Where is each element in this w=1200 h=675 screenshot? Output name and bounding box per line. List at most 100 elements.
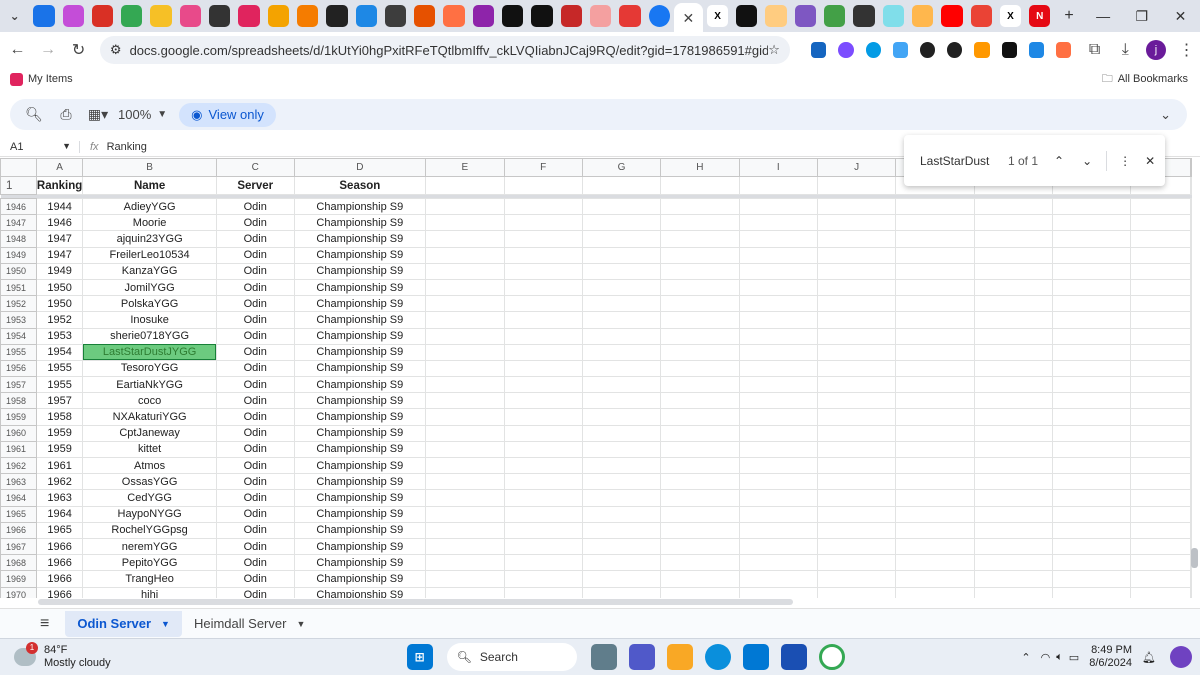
column-header[interactable]: F xyxy=(503,158,583,177)
server-cell[interactable]: Odin xyxy=(215,359,295,378)
empty-cell[interactable] xyxy=(503,176,583,195)
empty-cell[interactable] xyxy=(1130,327,1191,345)
empty-cell[interactable] xyxy=(973,359,1053,378)
ranking-cell[interactable]: 1963 xyxy=(35,489,84,507)
ranking-cell[interactable]: 1953 xyxy=(35,327,84,345)
tab-favicon[interactable] xyxy=(121,5,143,27)
empty-cell[interactable] xyxy=(425,440,505,459)
name-cell[interactable]: PolskaYGG xyxy=(82,295,217,313)
empty-cell[interactable] xyxy=(660,176,740,195)
empty-cell[interactable] xyxy=(660,570,740,588)
name-cell[interactable]: TesoroYGG xyxy=(82,359,217,378)
empty-cell[interactable] xyxy=(738,570,818,588)
view-only-button[interactable]: ◉ View only xyxy=(179,102,276,127)
find-input[interactable]: LastStarDust xyxy=(920,154,1002,168)
empty-cell[interactable] xyxy=(1190,327,1192,345)
chrome-menu-icon[interactable]: ⋮ xyxy=(1173,36,1200,64)
empty-cell[interactable] xyxy=(1130,554,1191,572)
name-cell[interactable]: sherie0718YGG xyxy=(82,327,217,345)
row-number[interactable]: 1 xyxy=(0,176,37,195)
empty-cell[interactable] xyxy=(973,505,1053,523)
empty-cell[interactable] xyxy=(1051,295,1132,313)
empty-cell[interactable] xyxy=(1130,505,1191,523)
empty-cell[interactable] xyxy=(973,246,1053,264)
empty-cell[interactable] xyxy=(1051,230,1132,248)
empty-cell[interactable] xyxy=(503,537,583,556)
empty-cell[interactable] xyxy=(816,440,897,459)
row-number[interactable]: 1948 xyxy=(0,230,37,248)
tab-favicon[interactable] xyxy=(882,5,904,27)
column-header[interactable]: H xyxy=(660,158,740,177)
empty-cell[interactable] xyxy=(1190,214,1192,232)
empty-cell[interactable] xyxy=(973,376,1053,394)
empty-cell[interactable] xyxy=(738,521,818,539)
empty-cell[interactable] xyxy=(738,327,818,345)
season-cell[interactable]: Championship S9 xyxy=(293,408,427,426)
server-cell[interactable]: Odin xyxy=(215,376,295,394)
season-cell[interactable]: Championship S9 xyxy=(293,456,427,475)
empty-cell[interactable] xyxy=(738,505,818,523)
empty-cell[interactable] xyxy=(1051,327,1132,345)
empty-cell[interactable] xyxy=(581,376,662,394)
tab-favicon[interactable] xyxy=(62,5,84,27)
season-cell[interactable]: Championship S9 xyxy=(293,214,427,232)
empty-cell[interactable] xyxy=(895,343,975,361)
empty-cell[interactable] xyxy=(1130,262,1191,280)
empty-cell[interactable] xyxy=(816,537,897,556)
ranking-cell[interactable]: 1959 xyxy=(35,440,84,459)
name-cell[interactable]: JomilYGG xyxy=(82,278,217,297)
empty-cell[interactable] xyxy=(973,521,1053,539)
find-more-options-icon[interactable]: ⋮ xyxy=(1119,154,1131,168)
row-number[interactable]: 1959 xyxy=(0,408,37,426)
column-header[interactable]: A xyxy=(35,158,84,177)
empty-cell[interactable] xyxy=(1051,214,1132,232)
row-number[interactable]: 1947 xyxy=(0,214,37,232)
ranking-cell[interactable]: 1966 xyxy=(35,586,84,598)
server-cell[interactable]: Odin xyxy=(215,311,295,329)
formula-content[interactable]: Ranking xyxy=(107,141,147,153)
empty-cell[interactable] xyxy=(895,440,975,459)
empty-cell[interactable] xyxy=(816,246,897,264)
tab-favicon[interactable] xyxy=(179,5,202,27)
name-cell-search-match[interactable]: LastStarDustJYGG xyxy=(82,343,217,361)
back-icon[interactable]: ← xyxy=(4,36,31,64)
empty-cell[interactable] xyxy=(503,408,583,426)
empty-cell[interactable] xyxy=(738,343,818,361)
forward-icon[interactable]: → xyxy=(35,36,62,64)
empty-cell[interactable] xyxy=(1190,521,1192,539)
empty-cell[interactable] xyxy=(425,456,505,475)
reload-icon[interactable]: ↻ xyxy=(65,36,92,64)
empty-cell[interactable] xyxy=(1130,376,1191,394)
empty-cell[interactable] xyxy=(1051,440,1132,459)
empty-cell[interactable] xyxy=(895,408,975,426)
empty-cell[interactable] xyxy=(581,278,662,297)
empty-cell[interactable] xyxy=(1130,311,1191,329)
row-number[interactable]: 1970 xyxy=(0,586,37,598)
bookmark-all-bookmarks[interactable]: All Bookmarks xyxy=(1118,73,1188,85)
empty-cell[interactable] xyxy=(738,408,818,426)
empty-cell[interactable] xyxy=(973,537,1053,556)
ranking-cell[interactable]: 1944 xyxy=(35,197,84,216)
empty-cell[interactable] xyxy=(425,311,505,329)
empty-cell[interactable] xyxy=(895,570,975,588)
empty-cell[interactable] xyxy=(816,570,897,588)
empty-cell[interactable] xyxy=(738,176,818,195)
tab-favicon[interactable] xyxy=(355,5,377,27)
ranking-cell[interactable]: 1955 xyxy=(35,359,84,378)
ranking-cell[interactable]: 1957 xyxy=(35,392,84,410)
ranking-cell[interactable]: 1965 xyxy=(35,521,84,539)
sheet-tab-heimdall[interactable]: Heimdall Server ▼ xyxy=(182,611,317,637)
row-number[interactable]: 1963 xyxy=(0,473,37,491)
row-number[interactable]: 1955 xyxy=(0,343,37,361)
edge-icon[interactable] xyxy=(704,644,731,670)
name-cell[interactable]: CedYGG xyxy=(82,489,217,507)
name-cell[interactable]: FreilerLeo10534 xyxy=(82,246,217,264)
extension-icon[interactable] xyxy=(920,42,936,58)
empty-cell[interactable] xyxy=(1190,570,1192,588)
empty-cell[interactable] xyxy=(425,586,505,598)
empty-cell[interactable] xyxy=(581,473,662,491)
name-cell[interactable]: Inosuke xyxy=(82,311,217,329)
tab-favicon[interactable] xyxy=(619,5,641,27)
chevron-down-icon[interactable]: ▼ xyxy=(157,109,167,120)
tab-favicon-youtube[interactable] xyxy=(941,5,963,27)
